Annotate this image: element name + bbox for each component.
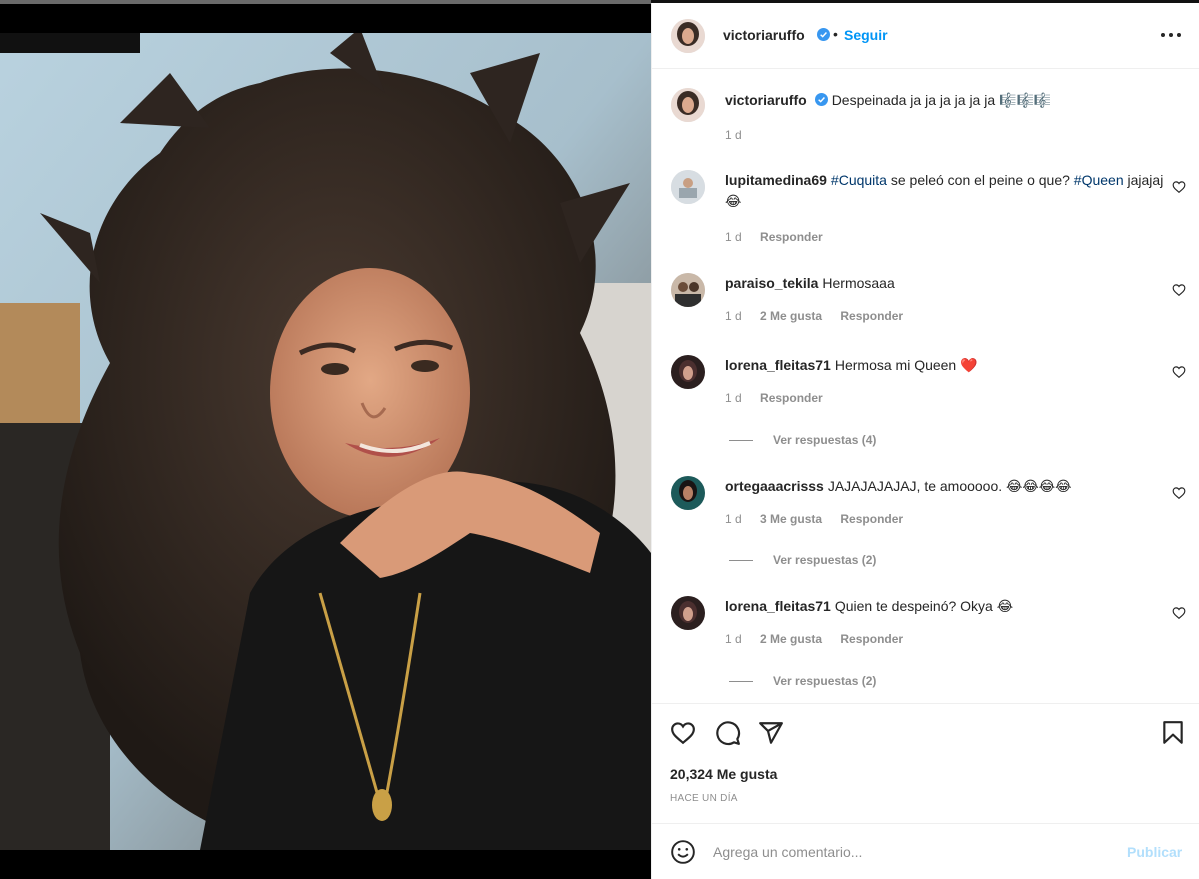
comment-avatar[interactable] <box>671 596 705 630</box>
comment-time[interactable]: 1 d <box>725 632 742 646</box>
comments-list[interactable]: victoriaruffo Despeinada ja ja ja ja ja j… <box>652 70 1199 702</box>
top-strip <box>0 0 651 4</box>
comment-meta: 1 d 2 Me gusta Responder <box>725 632 918 646</box>
comment-input[interactable] <box>713 838 1103 866</box>
caption-avatar[interactable] <box>671 88 705 122</box>
view-replies-button[interactable]: Ver respuestas (2) <box>729 674 876 688</box>
hashtag-link[interactable]: #Queen <box>1074 172 1124 188</box>
view-replies-label[interactable]: Ver respuestas (2) <box>773 674 876 688</box>
post-photo[interactable] <box>0 33 651 850</box>
comment-body: Quien te despeinó? Okya 😂 <box>834 598 1014 614</box>
comment-body: se peleó con el peine o que? <box>886 172 1074 188</box>
comment-avatar[interactable] <box>671 355 705 389</box>
publish-button[interactable]: Publicar <box>1127 844 1182 860</box>
comment-composer: Publicar <box>652 823 1199 879</box>
follow-button[interactable]: Seguir <box>844 27 888 43</box>
caption-text: Despeinada ja ja ja ja ja ja <box>831 92 996 108</box>
verified-badge-icon <box>814 93 828 106</box>
comment-meta: 1 d Responder <box>725 391 838 405</box>
comment-likes[interactable]: 2 Me gusta <box>760 309 822 323</box>
caption-time[interactable]: 1 d <box>725 128 742 142</box>
comment-username[interactable]: lorena_fleitas71 <box>725 357 831 373</box>
like-count[interactable]: 20,324 Me gusta <box>670 766 777 782</box>
comment-text: lorena_fleitas71 Hermosa mi Queen ❤️ <box>725 355 1165 376</box>
heart-icon[interactable] <box>670 720 696 746</box>
comment-avatar[interactable] <box>671 170 705 204</box>
comment-meta: 1 d Responder <box>725 230 838 244</box>
like-comment-heart-icon[interactable] <box>1172 606 1186 620</box>
view-replies-label[interactable]: Ver respuestas (2) <box>773 553 876 567</box>
comment-text: ortegaaacrisss JAJAJAJAJAJ, te amooooo. 😂… <box>725 476 1165 497</box>
reply-button[interactable]: Responder <box>840 309 903 323</box>
post-photo-illustration <box>0 33 651 850</box>
more-options-icon[interactable] <box>1158 25 1184 45</box>
comment-avatar[interactable] <box>671 476 705 510</box>
paper-plane-icon[interactable] <box>758 720 784 746</box>
header-separator: • <box>833 26 838 42</box>
comment-likes[interactable]: 3 Me gusta <box>760 512 822 526</box>
comment-meta: 1 d 2 Me gusta Responder <box>725 309 918 323</box>
post-media-pane <box>0 0 651 879</box>
like-comment-heart-icon[interactable] <box>1172 486 1186 500</box>
comment-time[interactable]: 1 d <box>725 230 742 244</box>
comment-likes[interactable]: 2 Me gusta <box>760 632 822 646</box>
caption-text-block: victoriaruffo Despeinada ja ja ja ja ja j… <box>725 90 1165 111</box>
comment-time[interactable]: 1 d <box>725 309 742 323</box>
comment-avatar[interactable] <box>671 273 705 307</box>
replies-divider <box>729 560 753 562</box>
caption-emoji: 🎼🎼🎼 <box>999 92 1052 108</box>
comment-meta: 1 d 3 Me gusta Responder <box>725 512 918 526</box>
post-time-ago[interactable]: HACE UN DÍA <box>670 793 738 804</box>
comment-text: lorena_fleitas71 Quien te despeinó? Okya … <box>725 596 1165 617</box>
reply-button[interactable]: Responder <box>760 391 823 405</box>
hashtag-link[interactable]: #Cuquita <box>831 172 887 188</box>
bookmark-icon[interactable] <box>1160 720 1186 746</box>
comment-time[interactable]: 1 d <box>725 512 742 526</box>
comment-username[interactable]: lupitamedina69 <box>725 172 827 188</box>
comment-body: Hermosa mi Queen ❤️ <box>834 357 978 373</box>
author-avatar-image <box>671 19 705 53</box>
comment-bubble-icon[interactable] <box>715 720 741 746</box>
reply-button[interactable]: Responder <box>840 632 903 646</box>
view-replies-label[interactable]: Ver respuestas (4) <box>773 433 876 447</box>
view-replies-button[interactable]: Ver respuestas (4) <box>729 433 876 447</box>
like-comment-heart-icon[interactable] <box>1172 365 1186 379</box>
comment-username[interactable]: ortegaaacrisss <box>725 478 824 494</box>
reply-button[interactable]: Responder <box>760 230 823 244</box>
author-username[interactable]: victoriaruffo <box>723 27 805 43</box>
caption-meta: 1 d <box>725 128 757 142</box>
verified-badge-icon <box>813 27 830 45</box>
post-actions: 20,324 Me gusta HACE UN DÍA <box>652 703 1199 823</box>
post-header: victoriaruffo • Seguir <box>652 3 1199 69</box>
post-side-panel: victoriaruffo • Seguir victoriaruffo Desp… <box>651 3 1199 879</box>
comment-body: JAJAJAJAJAJ, te amooooo. 😂😂😂😂 <box>827 478 1072 494</box>
comment-body: Hermosaaa <box>822 275 895 291</box>
comment-text: lupitamedina69 #Cuquita se peleó con el p… <box>725 170 1165 212</box>
caption-username[interactable]: victoriaruffo <box>725 92 807 108</box>
author-avatar[interactable] <box>671 19 705 53</box>
reply-button[interactable]: Responder <box>840 512 903 526</box>
comment-text: paraiso_tekila Hermosaaa <box>725 273 1165 294</box>
comment-username[interactable]: paraiso_tekila <box>725 275 818 291</box>
like-comment-heart-icon[interactable] <box>1172 283 1186 297</box>
comment-time[interactable]: 1 d <box>725 391 742 405</box>
emoji-smile-icon[interactable] <box>670 839 696 865</box>
replies-divider <box>729 681 753 683</box>
replies-divider <box>729 440 753 442</box>
view-replies-button[interactable]: Ver respuestas (2) <box>729 553 876 567</box>
like-comment-heart-icon[interactable] <box>1172 180 1186 194</box>
comment-username[interactable]: lorena_fleitas71 <box>725 598 831 614</box>
